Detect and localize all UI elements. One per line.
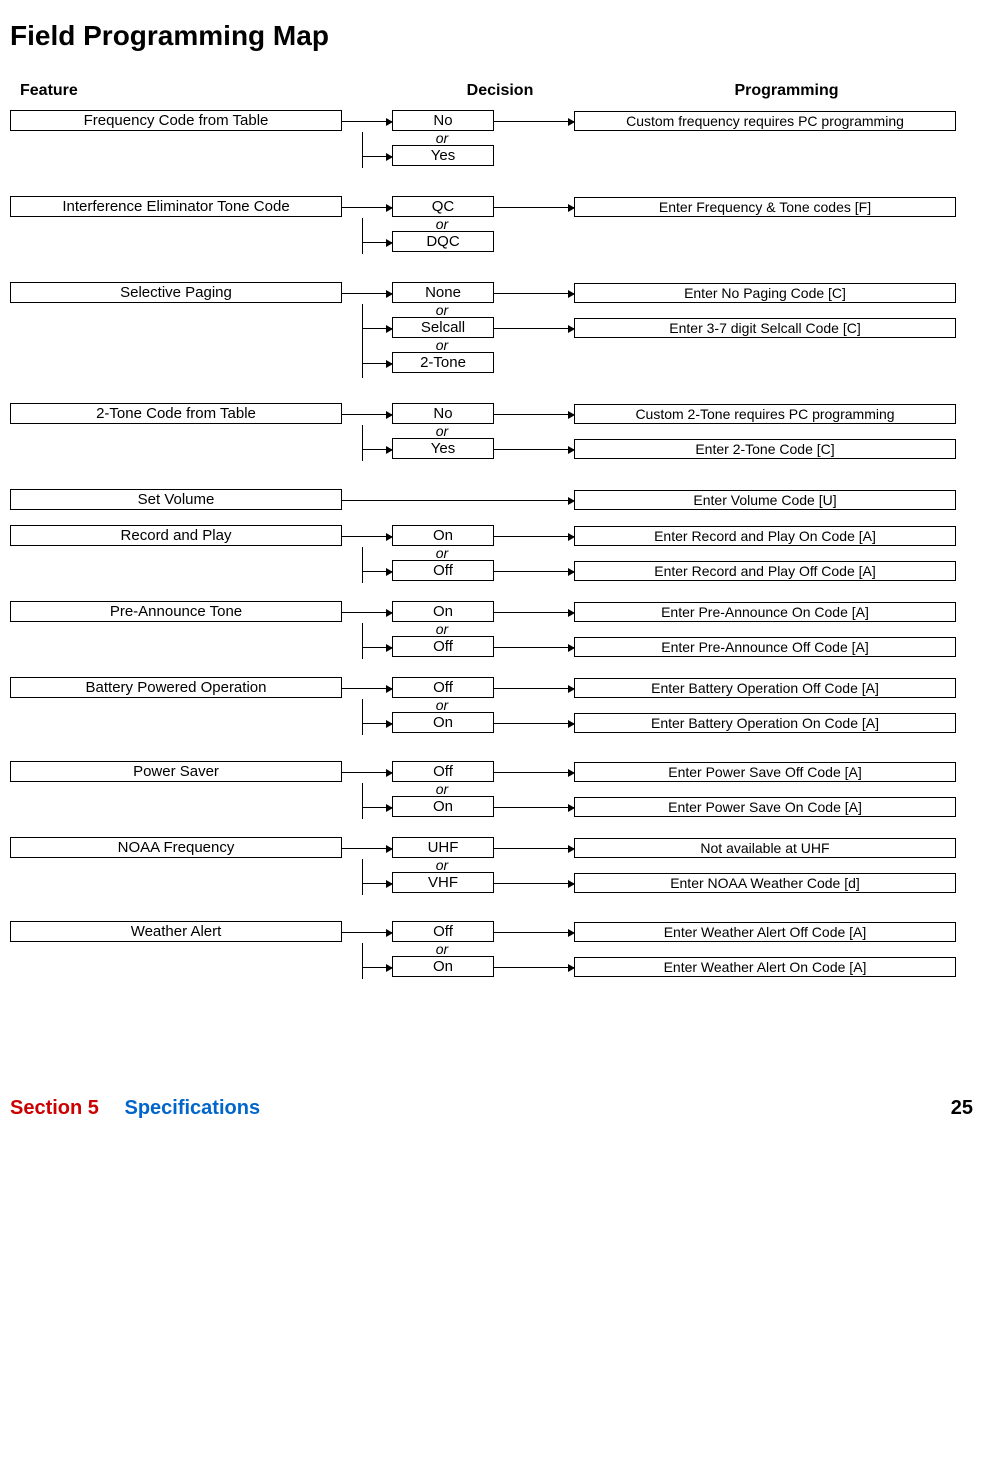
feature-box: Interference Eliminator Tone Code <box>10 196 342 217</box>
decision-box: Off <box>392 560 494 581</box>
programming-box: Enter Pre-Announce On Code [A] <box>574 602 956 622</box>
section-battery: Battery Powered Operation Off Enter Batt… <box>10 677 973 733</box>
section-pre-announce: Pre-Announce Tone On Enter Pre-Announce … <box>10 601 973 657</box>
or-label: or <box>392 546 492 560</box>
programming-box: Enter Power Save Off Code [A] <box>574 762 956 782</box>
decision-box: Off <box>392 921 494 942</box>
decision-box: On <box>392 525 494 546</box>
decision-box: On <box>392 796 494 817</box>
programming-box: Custom 2-Tone requires PC programming <box>574 404 956 424</box>
page-title: Field Programming Map <box>10 20 973 52</box>
decision-box: On <box>392 601 494 622</box>
decision-box: None <box>392 282 494 303</box>
section-selective-paging: Selective Paging None Enter No Paging Co… <box>10 282 973 373</box>
section-record-play: Record and Play On Enter Record and Play… <box>10 525 973 581</box>
or-label: or <box>392 338 492 352</box>
footer-section: Section 5 <box>10 1097 99 1119</box>
feature-box: Set Volume <box>10 489 342 510</box>
or-label: or <box>392 622 492 636</box>
footer-spec: Specifications <box>124 1097 260 1119</box>
programming-box: Enter Power Save On Code [A] <box>574 797 956 817</box>
programming-box: Enter Weather Alert On Code [A] <box>574 957 956 977</box>
programming-box: Not available at UHF <box>574 838 956 858</box>
section-weather-alert: Weather Alert Off Enter Weather Alert Of… <box>10 921 973 977</box>
programming-box: Enter Record and Play On Code [A] <box>574 526 956 546</box>
programming-box: Enter Volume Code [U] <box>574 490 956 510</box>
feature-box: Record and Play <box>10 525 342 546</box>
programming-box: Enter Weather Alert Off Code [A] <box>574 922 956 942</box>
header-decision: Decision <box>400 82 600 100</box>
section-interference: Interference Eliminator Tone Code QC Ent… <box>10 196 973 252</box>
decision-box: Yes <box>392 145 494 166</box>
feature-box: NOAA Frequency <box>10 837 342 858</box>
feature-box: 2-Tone Code from Table <box>10 403 342 424</box>
decision-box: Off <box>392 761 494 782</box>
section-set-volume: Set Volume Enter Volume Code [U] <box>10 489 973 510</box>
header-feature: Feature <box>20 82 400 100</box>
or-label: or <box>392 424 492 438</box>
programming-box: Enter NOAA Weather Code [d] <box>574 873 956 893</box>
feature-box: Battery Powered Operation <box>10 677 342 698</box>
programming-box: Enter Battery Operation Off Code [A] <box>574 678 956 698</box>
feature-box: Selective Paging <box>10 282 342 303</box>
feature-box: Pre-Announce Tone <box>10 601 342 622</box>
feature-box: Power Saver <box>10 761 342 782</box>
decision-box: Yes <box>392 438 494 459</box>
or-label: or <box>392 698 492 712</box>
decision-box: On <box>392 712 494 733</box>
programming-box: Enter Frequency & Tone codes [F] <box>574 197 956 217</box>
decision-box: On <box>392 956 494 977</box>
decision-box: VHF <box>392 872 494 893</box>
decision-box: 2-Tone <box>392 352 494 373</box>
section-2tone-code: 2-Tone Code from Table No Custom 2-Tone … <box>10 403 973 459</box>
programming-box: Enter Pre-Announce Off Code [A] <box>574 637 956 657</box>
decision-box: QC <box>392 196 494 217</box>
programming-box: Custom frequency requires PC programming <box>574 111 956 131</box>
or-label: or <box>392 782 492 796</box>
section-noaa: NOAA Frequency UHF Not available at UHF … <box>10 837 973 893</box>
programming-box: Enter 3-7 digit Selcall Code [C] <box>574 318 956 338</box>
programming-box: Enter Battery Operation On Code [A] <box>574 713 956 733</box>
section-frequency-code: Frequency Code from Table No Custom freq… <box>10 110 973 166</box>
page-footer: Section 5 Specifications 25 <box>10 1097 973 1120</box>
feature-box: Frequency Code from Table <box>10 110 342 131</box>
decision-box: UHF <box>392 837 494 858</box>
or-label: or <box>392 942 492 956</box>
column-headers: Feature Decision Programming <box>10 82 973 100</box>
header-programming: Programming <box>600 82 973 100</box>
decision-box: Selcall <box>392 317 494 338</box>
or-label: or <box>392 217 492 231</box>
decision-box: Off <box>392 636 494 657</box>
footer-page: 25 <box>951 1097 973 1120</box>
decision-box: Off <box>392 677 494 698</box>
or-label: or <box>392 858 492 872</box>
decision-box: No <box>392 110 494 131</box>
feature-box: Weather Alert <box>10 921 342 942</box>
section-power-saver: Power Saver Off Enter Power Save Off Cod… <box>10 761 973 817</box>
decision-box: DQC <box>392 231 494 252</box>
programming-box: Enter No Paging Code [C] <box>574 283 956 303</box>
decision-box: No <box>392 403 494 424</box>
programming-box: Enter 2-Tone Code [C] <box>574 439 956 459</box>
programming-box: Enter Record and Play Off Code [A] <box>574 561 956 581</box>
or-label: or <box>392 303 492 317</box>
or-label: or <box>392 131 492 145</box>
